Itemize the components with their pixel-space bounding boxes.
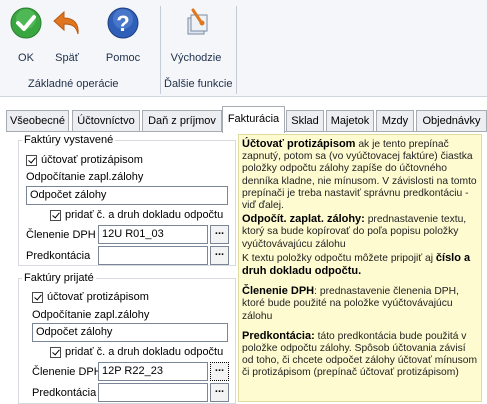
question-icon: ? bbox=[106, 6, 140, 43]
received-precont-browse-button[interactable]: ... bbox=[210, 383, 229, 402]
received-precont-label: Predkontácia bbox=[32, 387, 97, 399]
tab-vseobecne[interactable]: Všeobecné bbox=[6, 110, 69, 132]
issued-dph-browse-button[interactable]: ... bbox=[210, 225, 229, 244]
back-arrow-icon bbox=[52, 6, 82, 43]
ok-button[interactable]: OK bbox=[8, 6, 44, 66]
issued-invoices-legend: Faktúry vystavené bbox=[22, 134, 116, 146]
defaults-icon bbox=[179, 6, 213, 43]
issued-counter-entry-checkbox[interactable] bbox=[26, 155, 37, 166]
tab-fakturacia[interactable]: Fakturácia bbox=[222, 106, 285, 133]
received-counter-entry-checkbox[interactable] bbox=[32, 292, 43, 303]
help-panel: Účtovať protizápisom ak je tento prepína… bbox=[238, 134, 482, 402]
received-counter-entry-label: účtovať protizápisom bbox=[47, 291, 149, 303]
received-advance-label: Odpočítanie zapl.zálohy bbox=[32, 309, 150, 321]
svg-text:?: ? bbox=[116, 11, 129, 36]
received-precont-input[interactable] bbox=[98, 383, 208, 402]
tab-objednavky[interactable]: Objednávky bbox=[416, 110, 487, 132]
received-invoices-legend: Faktúry prijaté bbox=[22, 272, 96, 284]
tab-majetok[interactable]: Majetok bbox=[326, 110, 374, 132]
received-dph-label: Členenie DPH bbox=[32, 366, 102, 378]
group-more-label: Ďalšie funkcie bbox=[164, 78, 233, 90]
ribbon-separator bbox=[236, 6, 237, 94]
received-add-doc-label: pridať č. a druh dokladu odpočtu bbox=[65, 346, 224, 358]
help-paragraph-advance: Odpočít. zaplat. zálohy: prednastavenie … bbox=[242, 213, 467, 250]
issued-dph-label: Členenie DPH bbox=[26, 229, 96, 241]
issued-precont-input[interactable] bbox=[98, 246, 208, 265]
help-paragraph-doc-number: K textu položky odpočtu môžete pripojiť … bbox=[242, 251, 471, 278]
tab-uctovnictvo[interactable]: Účtovníctvo bbox=[72, 110, 140, 132]
received-dph-browse-button[interactable]: ... bbox=[210, 362, 229, 381]
ribbon-separator bbox=[160, 6, 161, 94]
issued-precont-label: Predkontácia bbox=[26, 250, 91, 262]
tab-dan-z-prijmov[interactable]: Daň z príjmov bbox=[142, 110, 222, 132]
tab-mzdy[interactable]: Mzdy bbox=[376, 110, 414, 132]
defaults-button[interactable]: Východzie bbox=[168, 6, 224, 66]
issued-add-doc-checkbox[interactable] bbox=[50, 210, 61, 221]
tab-sklad[interactable]: Sklad bbox=[286, 110, 324, 132]
issued-counter-entry-label: účtovať protizápisom bbox=[41, 154, 143, 166]
back-button[interactable]: Späť bbox=[50, 6, 84, 66]
help-paragraph-counter-entry: Účtovať protizápisom ak je tento prepína… bbox=[242, 138, 477, 212]
ribbon-toolbar: OK Späť ? Pomoc Východzie Základné operá… bbox=[0, 0, 487, 97]
help-button[interactable]: ? Pomoc bbox=[100, 6, 146, 66]
issued-add-doc-label: pridať č. a druh dokladu odpočtu bbox=[65, 209, 224, 221]
issued-advance-input[interactable]: Odpočet zálohy bbox=[26, 186, 228, 205]
received-add-doc-checkbox[interactable] bbox=[50, 347, 61, 358]
checkmark-icon bbox=[9, 6, 43, 43]
issued-advance-label: Odpočítanie zapl.zálohy bbox=[26, 171, 144, 183]
issued-precont-browse-button[interactable]: ... bbox=[210, 246, 229, 265]
received-advance-input[interactable]: Odpočet zálohy bbox=[32, 323, 228, 342]
received-dph-input[interactable]: 12P R22_23 bbox=[98, 362, 208, 381]
tab-strip: Všeobecné Účtovníctvo Daň z príjmov Fakt… bbox=[6, 106, 487, 133]
issued-dph-input[interactable]: 12U R01_03 bbox=[98, 225, 208, 244]
help-paragraph-dph: Členenie DPH: prednastavenie členenia DP… bbox=[242, 285, 459, 322]
help-paragraph-precont: Predkontácia: táto predkontácia bude pou… bbox=[242, 329, 478, 379]
group-basic-label: Základné operácie bbox=[28, 78, 119, 90]
